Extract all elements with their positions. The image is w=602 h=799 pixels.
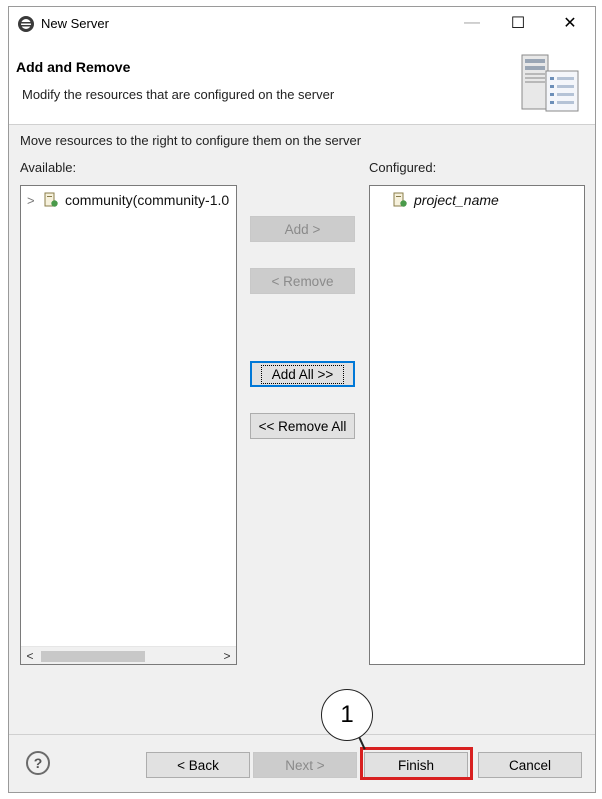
available-list[interactable]: > community(community-1.0 < >	[20, 185, 237, 665]
list-item[interactable]: > community(community-1.0	[27, 190, 229, 210]
list-item-label: project_name	[414, 192, 499, 208]
maximize-button[interactable]: ☐	[495, 11, 541, 35]
remove-button[interactable]: < Remove	[250, 268, 355, 294]
eclipse-app-icon	[18, 16, 34, 32]
add-button[interactable]: Add >	[250, 216, 355, 242]
remove-all-button[interactable]: << Remove All	[250, 413, 355, 439]
next-button[interactable]: Next >	[253, 752, 357, 778]
footer-separator	[9, 734, 595, 735]
wizard-header: Add and Remove Modify the resources that…	[9, 39, 595, 125]
minimize-button[interactable]: —	[449, 11, 495, 35]
instruction-text: Move resources to the right to configure…	[20, 133, 362, 148]
project-icon	[393, 192, 407, 207]
help-icon[interactable]: ?	[26, 751, 50, 775]
horizontal-scrollbar[interactable]: < >	[21, 646, 236, 664]
add-all-button[interactable]: Add All >>	[250, 361, 355, 387]
project-icon	[44, 192, 58, 207]
server-config-icon	[521, 54, 579, 112]
page-title: Add and Remove	[16, 59, 131, 75]
add-all-label: Add All >>	[260, 364, 345, 384]
page-subtitle: Modify the resources that are configured…	[22, 87, 335, 102]
configured-list[interactable]: project_name	[369, 185, 585, 665]
scroll-right-icon[interactable]: >	[219, 648, 235, 664]
chevron-right-icon[interactable]: >	[27, 193, 39, 208]
new-server-dialog: New Server — ☐ ✕ Add and Remove Modify t…	[8, 6, 596, 793]
list-item-label: community(community-1.0	[65, 192, 230, 208]
window-title: New Server	[41, 16, 109, 31]
configured-label: Configured:	[369, 160, 437, 175]
title-bar: New Server — ☐ ✕	[9, 7, 595, 39]
list-item[interactable]: project_name	[392, 190, 499, 210]
close-button[interactable]: ✕	[547, 11, 593, 35]
scroll-left-icon[interactable]: <	[22, 648, 38, 664]
cancel-button[interactable]: Cancel	[478, 752, 582, 778]
step-callout: 1	[321, 689, 373, 741]
finish-highlight-box	[360, 747, 473, 780]
available-label: Available:	[20, 160, 77, 175]
back-button[interactable]: < Back	[146, 752, 250, 778]
scrollbar-thumb[interactable]	[41, 651, 145, 662]
